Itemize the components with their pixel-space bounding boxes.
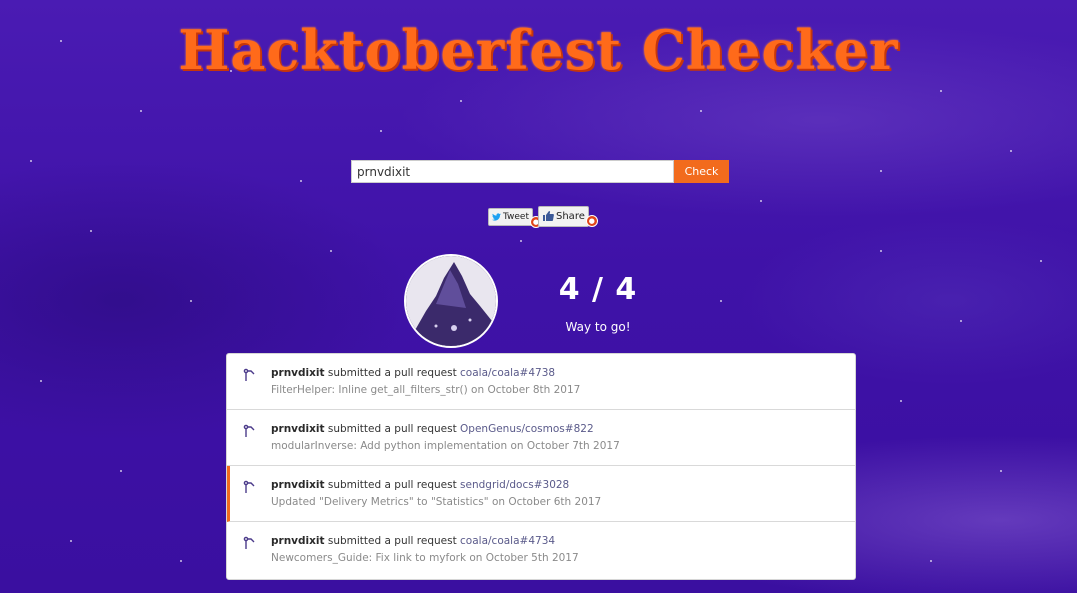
pr-date: on October 6th 2017 [491, 496, 602, 508]
pr-repo-link[interactable]: sendgrid/docs#3028 [460, 479, 569, 491]
avatar [404, 254, 498, 348]
pr-date: on October 7th 2017 [510, 440, 620, 452]
pr-user[interactable]: prnvdixit [271, 535, 325, 547]
pr-user[interactable]: prnvdixit [271, 367, 325, 379]
git-pull-request-icon [243, 424, 255, 437]
tweet-widget: Tweet ● [488, 206, 542, 228]
pr-count: 4 / 4 [558, 272, 638, 307]
progress-message: Way to go! [565, 320, 631, 334]
pr-summary: prnvdixit submitted a pull request coala… [271, 535, 555, 547]
check-button[interactable]: Check [674, 160, 729, 183]
share-count-badge: ● [585, 215, 598, 227]
pr-summary: prnvdixit submitted a pull request OpenG… [271, 423, 594, 435]
pr-summary: prnvdixit submitted a pull request coala… [271, 367, 555, 379]
list-item[interactable]: prnvdixit submitted a pull request coala… [227, 522, 855, 579]
share-label: Share [556, 210, 585, 222]
avatar-image [406, 256, 496, 346]
search-form: Check [351, 160, 729, 183]
pr-user[interactable]: prnvdixit [271, 479, 325, 491]
pr-action: submitted a pull request [327, 535, 457, 547]
pr-details: Updated "Delivery Metrics" to "Statistic… [271, 496, 601, 508]
thumbs-up-icon [543, 211, 554, 221]
pr-title: FilterHelper: Inline get_all_filters_str… [271, 384, 468, 396]
pr-title: Newcomers_Guide: Fix link to myfork [271, 552, 467, 564]
twitter-bird-icon [492, 213, 501, 221]
app-title: Hacktoberfest Checker [178, 18, 899, 82]
pr-title: modularInverse: Add python implementatio… [271, 440, 508, 452]
pull-request-list: prnvdixit submitted a pull request coala… [226, 353, 856, 580]
list-item[interactable]: prnvdixit submitted a pull request sendg… [227, 466, 855, 522]
pr-date: on October 8th 2017 [471, 384, 581, 396]
tweet-button[interactable]: Tweet [488, 208, 533, 226]
pr-action: submitted a pull request [327, 367, 457, 379]
pr-date: on October 5th 2017 [469, 552, 579, 564]
username-input[interactable] [351, 160, 674, 183]
git-pull-request-icon [243, 536, 255, 549]
pr-details: Newcomers_Guide: Fix link to myfork on O… [271, 552, 579, 564]
pr-repo-link[interactable]: coala/coala#4738 [460, 367, 555, 379]
pr-title: Updated "Delivery Metrics" to "Statistic… [271, 496, 489, 508]
pr-user[interactable]: prnvdixit [271, 423, 325, 435]
list-item[interactable]: prnvdixit submitted a pull request OpenG… [227, 410, 855, 466]
pr-action: submitted a pull request [327, 479, 457, 491]
share-button[interactable]: Share [538, 205, 589, 227]
pr-action: submitted a pull request [327, 423, 457, 435]
pr-summary: prnvdixit submitted a pull request sendg… [271, 479, 569, 491]
pr-details: modularInverse: Add python implementatio… [271, 440, 620, 452]
pr-repo-link[interactable]: coala/coala#4734 [460, 535, 555, 547]
tweet-label: Tweet [503, 212, 529, 222]
share-widget: Share ● [538, 205, 598, 227]
pr-details: FilterHelper: Inline get_all_filters_str… [271, 384, 580, 396]
git-pull-request-icon [243, 480, 255, 493]
pr-repo-link[interactable]: OpenGenus/cosmos#822 [460, 423, 594, 435]
git-pull-request-icon [243, 368, 255, 381]
list-item[interactable]: prnvdixit submitted a pull request coala… [227, 354, 855, 410]
